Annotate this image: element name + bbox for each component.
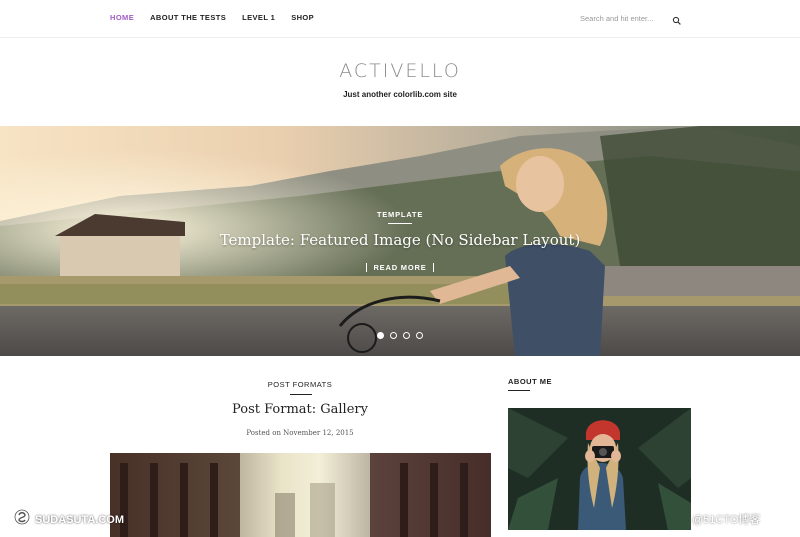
- post-category[interactable]: POST FORMATS: [110, 380, 490, 389]
- nav-item-shop[interactable]: SHOP: [291, 13, 314, 22]
- hero-category[interactable]: TEMPLATE: [0, 210, 800, 219]
- nav-item-about-the-tests[interactable]: ABOUT THE TESTS: [150, 13, 226, 22]
- top-navigation: HOME ABOUT THE TESTS LEVEL 1 SHOP: [0, 0, 800, 38]
- slider-dot-4[interactable]: [416, 332, 423, 339]
- about-me-widget-title: ABOUT ME: [508, 377, 552, 386]
- search-box: [580, 11, 690, 25]
- slider-dot-1[interactable]: [377, 332, 384, 339]
- nav-item-home[interactable]: HOME: [110, 13, 134, 22]
- slider-dot-3[interactable]: [403, 332, 410, 339]
- watermark-left: SUDASUTA.COM: [14, 509, 124, 530]
- hero-divider: [388, 223, 412, 224]
- hero-read-more-label: READ MORE: [366, 263, 434, 272]
- hero-title[interactable]: Template: Featured Image (No Sidebar Lay…: [0, 231, 800, 249]
- post-meta: Posted on November 12, 2015: [246, 429, 354, 437]
- about-me-divider: [508, 390, 530, 391]
- post-title[interactable]: Post Format: Gallery: [110, 402, 490, 417]
- hero-slider: TEMPLATE Template: Featured Image (No Si…: [0, 126, 800, 356]
- watermark-left-text: SUDASUTA.COM: [35, 513, 125, 526]
- nav-item-level-1[interactable]: LEVEL 1: [242, 13, 275, 22]
- post-gallery-image[interactable]: [110, 453, 491, 537]
- slider-dot-2[interactable]: [390, 332, 397, 339]
- about-me-photo: [508, 408, 691, 530]
- site-title[interactable]: ACTIVELLO: [0, 60, 800, 82]
- post-category-divider: [290, 394, 312, 395]
- search-input[interactable]: [580, 13, 672, 23]
- watermark-right: @51CTO博客: [692, 514, 761, 526]
- search-icon[interactable]: [672, 13, 682, 25]
- main-menu: HOME ABOUT THE TESTS LEVEL 1 SHOP: [110, 13, 314, 22]
- slider-dots: [377, 332, 423, 339]
- site-tagline: Just another colorlib.com site: [343, 90, 457, 99]
- hero-read-more-button[interactable]: READ MORE: [0, 263, 800, 272]
- watermark-logo-icon: [14, 509, 30, 530]
